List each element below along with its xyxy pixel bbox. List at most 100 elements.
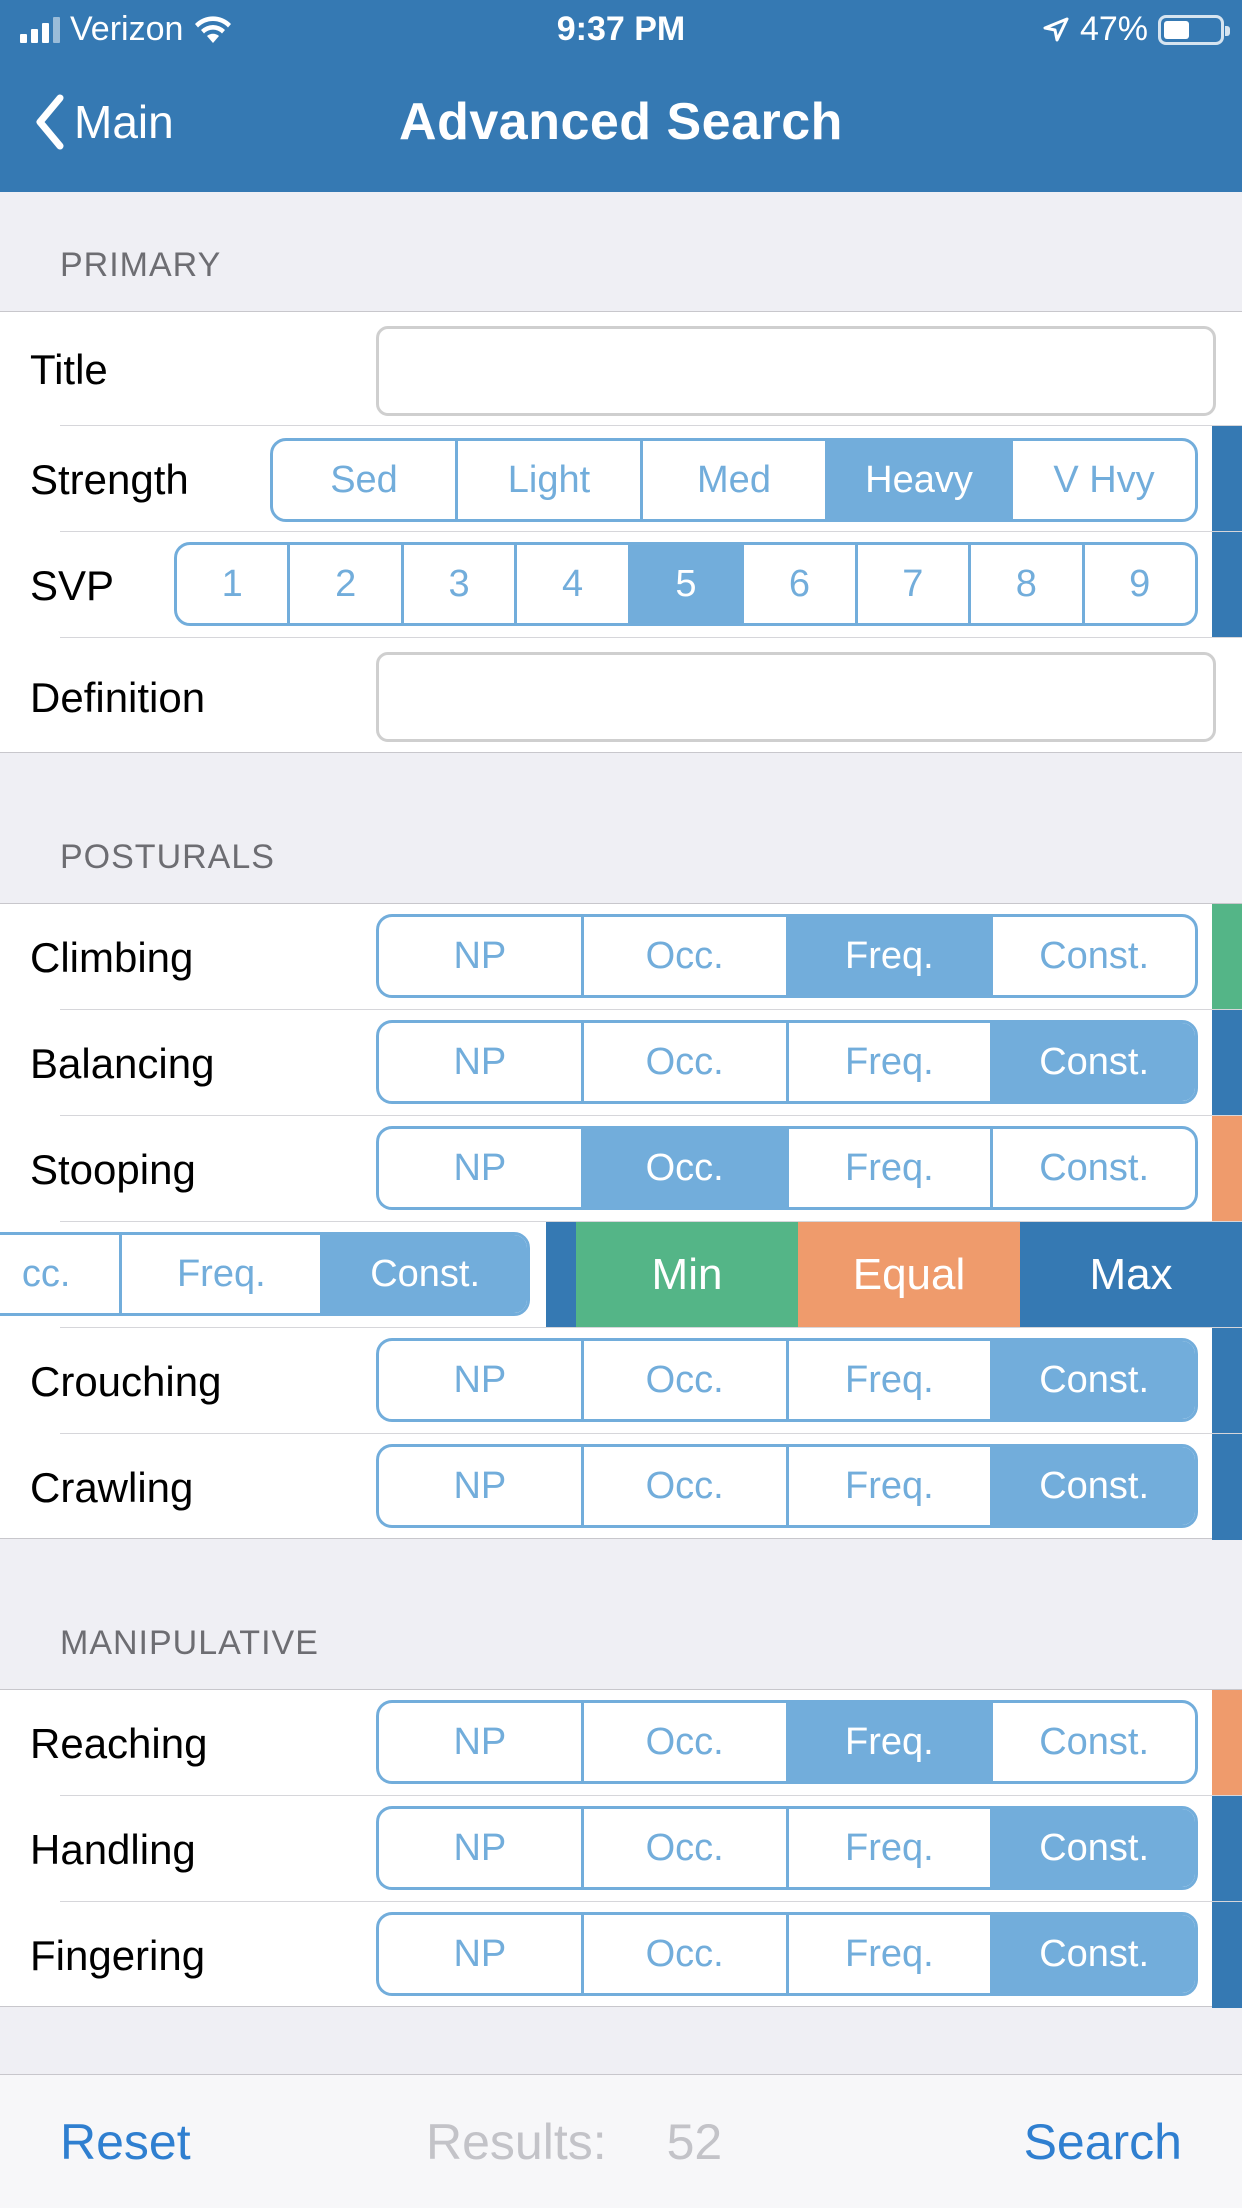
definition-input[interactable] <box>376 652 1216 742</box>
definition-label: Definition <box>30 674 206 721</box>
crouching-option-occ[interactable]: Occ. <box>580 1341 786 1419</box>
status-bar: Verizon 9:37 PM 47% <box>0 0 1242 62</box>
swiped-option-cc[interactable]: cc. <box>0 1235 119 1313</box>
climbing-option-freq[interactable]: Freq. <box>785 917 991 995</box>
balancing-option-freq[interactable]: Freq. <box>785 1023 991 1101</box>
svp-option-3[interactable]: 3 <box>400 545 514 623</box>
handling-option-np[interactable]: NP <box>379 1809 581 1887</box>
reaching-indicator <box>1212 1690 1242 1796</box>
balancing-frequency-segmented-control[interactable]: NP Occ. Freq. Const. <box>376 1020 1198 1104</box>
fingering-option-occ[interactable]: Occ. <box>580 1915 786 1993</box>
reaching-option-const[interactable]: Const. <box>990 1703 1195 1781</box>
handling-indicator <box>1212 1796 1242 1902</box>
svp-option-9[interactable]: 9 <box>1081 545 1195 623</box>
fingering-label: Fingering <box>30 1932 206 1979</box>
search-button[interactable]: Search <box>1024 2113 1182 2171</box>
strength-label: Strength <box>30 456 189 503</box>
reaching-option-freq[interactable]: Freq. <box>785 1703 991 1781</box>
balancing-option-occ[interactable]: Occ. <box>580 1023 786 1101</box>
fingering-option-const[interactable]: Const. <box>990 1915 1195 1993</box>
strength-option-med[interactable]: Med <box>640 441 825 519</box>
location-arrow-icon <box>1043 17 1069 41</box>
strength-option-v-hvy[interactable]: V Hvy <box>1010 441 1195 519</box>
strength-option-heavy[interactable]: Heavy <box>825 441 1010 519</box>
crawling-option-freq[interactable]: Freq. <box>785 1447 991 1525</box>
page-title: Advanced Search <box>399 93 843 151</box>
swiped-frequency-segmented-control[interactable]: cc. Freq. Const. <box>0 1232 530 1316</box>
swipe-action-equal-button[interactable]: Equal <box>798 1222 1020 1328</box>
crawling-indicator <box>1212 1434 1242 1540</box>
crawling-option-occ[interactable]: Occ. <box>580 1447 786 1525</box>
balancing-option-np[interactable]: NP <box>379 1023 581 1101</box>
results-label: Results: <box>426 2114 607 2170</box>
stooping-indicator <box>1212 1116 1242 1222</box>
title-label: Title <box>30 346 108 393</box>
battery-percent: 47% <box>1079 10 1148 48</box>
stooping-option-np[interactable]: NP <box>379 1129 581 1207</box>
title-input[interactable] <box>376 326 1216 416</box>
swipe-action-max-button[interactable]: Max <box>1020 1222 1242 1328</box>
handling-frequency-segmented-control[interactable]: NP Occ. Freq. Const. <box>376 1806 1198 1890</box>
svp-option-2[interactable]: 2 <box>287 545 400 623</box>
crawling-option-np[interactable]: NP <box>379 1447 581 1525</box>
svp-row: SVP 123456789 <box>0 532 1242 638</box>
swipe-action-min-button[interactable]: Min <box>576 1222 798 1328</box>
stooping-option-occ[interactable]: Occ. <box>580 1129 786 1207</box>
primary-group: Title Strength Sed Light Med Heavy V Hvy SVP… <box>0 311 1242 753</box>
fingering-option-freq[interactable]: Freq. <box>785 1915 991 1993</box>
svp-option-4[interactable]: 4 <box>514 545 627 623</box>
balancing-option-const[interactable]: Const. <box>990 1023 1195 1101</box>
row-crouching: Crouching NP Occ. Freq. Const. <box>0 1328 1242 1434</box>
climbing-frequency-segmented-control[interactable]: NP Occ. Freq. Const. <box>376 914 1198 998</box>
crouching-option-const[interactable]: Const. <box>990 1341 1195 1419</box>
swiped-option-freq[interactable]: Freq. <box>119 1235 320 1313</box>
strength-row: Strength Sed Light Med Heavy V Hvy <box>0 426 1242 532</box>
reaching-option-np[interactable]: NP <box>379 1703 581 1781</box>
stooping-frequency-segmented-control[interactable]: NP Occ. Freq. Const. <box>376 1126 1198 1210</box>
climbing-option-np[interactable]: NP <box>379 917 581 995</box>
stooping-option-const[interactable]: Const. <box>990 1129 1195 1207</box>
svp-option-6[interactable]: 6 <box>741 545 854 623</box>
climbing-option-occ[interactable]: Occ. <box>580 917 786 995</box>
climbing-option-const[interactable]: Const. <box>990 917 1195 995</box>
swiped-option-const[interactable]: Const. <box>320 1235 527 1313</box>
svp-label: SVP <box>30 562 115 609</box>
crouching-option-freq[interactable]: Freq. <box>785 1341 991 1419</box>
handling-option-const[interactable]: Const. <box>990 1809 1195 1887</box>
svp-option-7[interactable]: 7 <box>854 545 968 623</box>
reaching-option-occ[interactable]: Occ. <box>580 1703 786 1781</box>
crawling-frequency-segmented-control[interactable]: NP Occ. Freq. Const. <box>376 1444 1198 1528</box>
crouching-option-np[interactable]: NP <box>379 1341 581 1419</box>
row-stooping: Stooping NP Occ. Freq. Const. <box>0 1116 1242 1222</box>
svp-segmented-control[interactable]: 123456789 <box>174 542 1198 626</box>
handling-option-occ[interactable]: Occ. <box>580 1809 786 1887</box>
strength-option-light[interactable]: Light <box>455 441 640 519</box>
row-balancing: Balancing NP Occ. Freq. Const. <box>0 1010 1242 1116</box>
svp-indicator <box>1212 532 1242 638</box>
climbing-label: Climbing <box>30 934 194 981</box>
crawling-option-const[interactable]: Const. <box>990 1447 1195 1525</box>
crouching-indicator <box>1212 1328 1242 1434</box>
handling-option-freq[interactable]: Freq. <box>785 1809 991 1887</box>
definition-row: Definition <box>0 638 1242 754</box>
fingering-frequency-segmented-control[interactable]: NP Occ. Freq. Const. <box>376 1912 1198 1996</box>
stooping-option-freq[interactable]: Freq. <box>785 1129 991 1207</box>
reaching-frequency-segmented-control[interactable]: NP Occ. Freq. Const. <box>376 1700 1198 1784</box>
stooping-label: Stooping <box>30 1146 196 1193</box>
results-summary: Results: 52 <box>426 2113 722 2171</box>
strength-option-sed[interactable]: Sed <box>273 441 455 519</box>
fingering-option-np[interactable]: NP <box>379 1915 581 1993</box>
svp-option-8[interactable]: 8 <box>968 545 1081 623</box>
strength-segmented-control[interactable]: Sed Light Med Heavy V Hvy <box>270 438 1198 522</box>
svp-option-1[interactable]: 1 <box>177 545 287 623</box>
reset-button[interactable]: Reset <box>60 2113 191 2171</box>
crawling-label: Crawling <box>30 1464 194 1511</box>
bottom-toolbar: Reset Results: 52 Search <box>0 2074 1242 2208</box>
climbing-indicator <box>1212 904 1242 1010</box>
header: Verizon 9:37 PM 47% Main Advanced Search <box>0 0 1242 192</box>
crouching-frequency-segmented-control[interactable]: NP Occ. Freq. Const. <box>376 1338 1198 1422</box>
results-count: 52 <box>666 2114 723 2170</box>
svp-option-5[interactable]: 5 <box>627 545 742 623</box>
fingering-indicator <box>1212 1902 1242 2008</box>
row-crawling: Crawling NP Occ. Freq. Const. <box>0 1434 1242 1540</box>
